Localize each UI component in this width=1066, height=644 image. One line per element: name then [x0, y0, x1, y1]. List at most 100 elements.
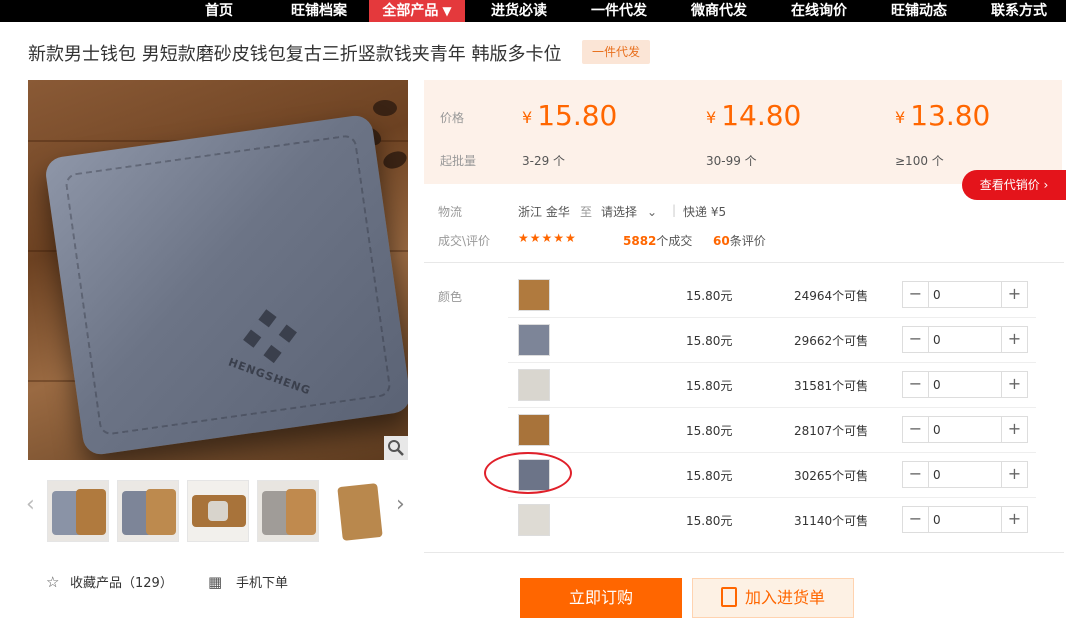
- mobile-order-button[interactable]: ▦ 手机下单: [208, 573, 288, 591]
- thumb-wallet-brown: [337, 483, 383, 541]
- add-to-cart-button[interactable]: 加入进货单: [692, 578, 854, 618]
- quantity-stepper: −+: [902, 461, 1028, 488]
- sku-row: 15.80元 29662个可售 − +: [508, 318, 1036, 363]
- qrcode-icon: ▦: [208, 573, 223, 591]
- thumbnail[interactable]: [327, 480, 389, 542]
- quantity-input[interactable]: [933, 420, 993, 439]
- nav-online-inquiry[interactable]: 在线询价: [774, 0, 864, 22]
- star-icon: ☆: [46, 573, 60, 591]
- nav-dropship[interactable]: 一件代发: [574, 0, 664, 22]
- quantity-input[interactable]: [933, 285, 993, 304]
- top-navigation: 首页 旺铺档案 全部产品 ▼ 进货必读 一件代发 微商代发 在线询价 旺铺动态 联…: [0, 0, 1066, 22]
- caret-down-icon: ▼: [442, 4, 452, 18]
- quantity-input[interactable]: [933, 375, 993, 394]
- dropship-tag: 一件代发: [582, 40, 650, 64]
- quantity-input[interactable]: [933, 465, 993, 484]
- search-icon: [388, 440, 404, 456]
- destination-select[interactable]: 请选择 ⌄: [601, 203, 657, 220]
- sku-price: 15.80元: [686, 424, 733, 438]
- sku-color-swatch[interactable]: [518, 279, 550, 311]
- nav-home[interactable]: 首页: [188, 0, 250, 22]
- plus-icon[interactable]: +: [1001, 462, 1027, 487]
- product-title: 新款男士钱包 男短款磨砂皮钱包复古三折竖款钱夹青年 韩版多卡位: [28, 44, 562, 65]
- zoom-button[interactable]: [384, 436, 408, 460]
- price-value: 15.80: [537, 99, 618, 132]
- batch-label: 起批量: [440, 154, 477, 168]
- minus-icon[interactable]: −: [903, 462, 929, 487]
- sku-price: 15.80元: [686, 469, 733, 483]
- sku-price: 15.80元: [686, 289, 733, 303]
- chevron-left-icon[interactable]: ‹: [26, 492, 35, 517]
- coffee-bean: [380, 148, 408, 172]
- quantity-stepper: −+: [902, 281, 1028, 308]
- plus-icon[interactable]: +: [1001, 507, 1027, 532]
- plus-icon[interactable]: +: [1001, 372, 1027, 397]
- highlight-circle-annotation: [484, 452, 572, 494]
- sku-price: 15.80元: [686, 379, 733, 393]
- minus-icon[interactable]: −: [903, 327, 929, 352]
- minus-icon[interactable]: −: [903, 507, 929, 532]
- thumbnail[interactable]: [47, 480, 109, 542]
- minus-icon[interactable]: −: [903, 282, 929, 307]
- express-fee: 快递 ¥5: [683, 205, 727, 219]
- price-label: 价格: [440, 111, 465, 125]
- nav-shop-profile[interactable]: 旺铺档案: [274, 0, 364, 22]
- sku-color-swatch[interactable]: [518, 369, 550, 401]
- nav-all-products-label: 全部产品: [382, 3, 439, 19]
- logistics-label: 物流: [438, 205, 463, 219]
- favorite-button[interactable]: ☆ 收藏产品（129）: [46, 573, 173, 591]
- sku-color-swatch[interactable]: [518, 324, 550, 356]
- quantity-stepper: −+: [902, 506, 1028, 533]
- thumbnail[interactable]: [187, 480, 249, 542]
- deals-suffix: 个成交: [656, 234, 693, 248]
- thumb-wallet-brown: [286, 489, 316, 535]
- nav-shop-news[interactable]: 旺铺动态: [874, 0, 964, 22]
- view-agent-price-button[interactable]: 查看代销价 ›: [962, 170, 1066, 200]
- buy-now-button[interactable]: 立即订购: [520, 578, 682, 618]
- sku-row: 15.80元 30265个可售 −+: [508, 453, 1036, 498]
- review-count[interactable]: 60条评价: [713, 232, 766, 249]
- price-tier-2: ¥14.80: [706, 98, 801, 136]
- logistics-to-word: 至: [580, 205, 593, 219]
- currency-symbol: ¥: [706, 108, 717, 127]
- product-main-image[interactable]: HENGSHENG: [28, 80, 408, 460]
- quantity-input[interactable]: [933, 330, 993, 349]
- sku-stock: 24964个可售: [794, 289, 869, 303]
- review-number: 60: [713, 234, 730, 248]
- sku-stock: 31140个可售: [794, 514, 869, 528]
- destination-value: 请选择: [601, 205, 638, 219]
- nav-wechat-dropship[interactable]: 微商代发: [674, 0, 764, 22]
- sku-color-swatch[interactable]: [518, 504, 550, 536]
- sku-stock: 31581个可售: [794, 379, 869, 393]
- price-value: 14.80: [721, 99, 802, 132]
- wallet-stitching: [64, 133, 392, 437]
- plus-icon[interactable]: +: [1001, 327, 1027, 352]
- quantity-input[interactable]: [933, 510, 993, 529]
- clipboard-icon: [720, 587, 737, 607]
- quantity-stepper: −+: [902, 371, 1028, 398]
- sku-stock: 29662个可售: [794, 334, 869, 348]
- plus-icon[interactable]: +: [1001, 282, 1027, 307]
- thumbnail[interactable]: [257, 480, 319, 542]
- separator: |: [672, 203, 677, 217]
- minus-icon[interactable]: −: [903, 372, 929, 397]
- nav-all-products[interactable]: 全部产品 ▼: [369, 0, 465, 22]
- rating-stars: ★★★★★: [518, 231, 577, 245]
- nav-contact[interactable]: 联系方式: [974, 0, 1064, 22]
- thumb-wallet-window: [208, 501, 228, 521]
- sku-price: 15.80元: [686, 334, 733, 348]
- currency-symbol: ¥: [522, 108, 533, 127]
- thumbnail[interactable]: [117, 480, 179, 542]
- minus-icon[interactable]: −: [903, 417, 929, 442]
- chevron-right-icon[interactable]: ›: [396, 492, 405, 517]
- color-label: 颜色: [438, 290, 463, 304]
- deals-count[interactable]: 5882个成交: [623, 232, 692, 249]
- sku-stock: 28107个可售: [794, 424, 869, 438]
- thumb-wallet-brown: [146, 489, 176, 535]
- plus-icon[interactable]: +: [1001, 417, 1027, 442]
- price-tier-3: ¥13.80: [895, 98, 990, 136]
- sku-stock: 30265个可售: [794, 469, 869, 483]
- nav-purchase-guide[interactable]: 进货必读: [474, 0, 564, 22]
- currency-symbol: ¥: [895, 108, 906, 127]
- sku-color-swatch[interactable]: [518, 414, 550, 446]
